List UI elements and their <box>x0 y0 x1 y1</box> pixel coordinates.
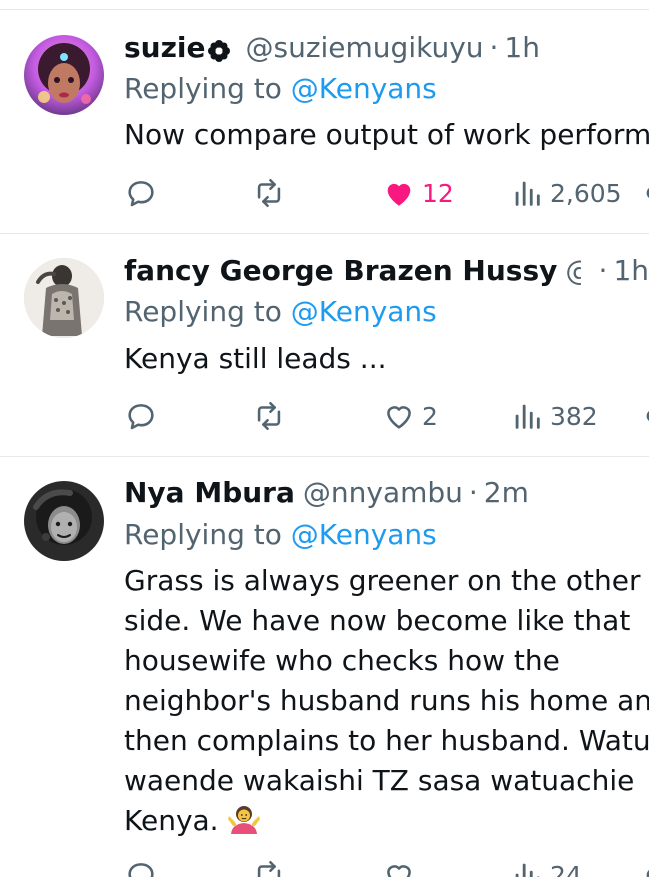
avatar[interactable] <box>24 258 104 338</box>
tweet-item[interactable]: fancy George Brazen Hussy @F... · 1h Rep… <box>0 234 649 457</box>
reply-target-link[interactable]: @Kenyans <box>291 518 437 551</box>
share-icon <box>636 399 649 433</box>
reply-target-link[interactable]: @Kenyans <box>291 72 437 105</box>
display-name[interactable]: suzie <box>124 30 205 66</box>
replying-to: Replying to @Kenyans <box>124 517 437 553</box>
reply-icon <box>124 176 158 210</box>
tweet-header: fancy George Brazen Hussy @F... · 1h <box>124 253 649 289</box>
user-handle[interactable]: @suziemugikuyu <box>245 30 483 66</box>
user-handle[interactable]: @F... <box>565 253 580 289</box>
replying-to-label: Replying to <box>124 295 282 328</box>
separator-dot: · <box>489 31 499 64</box>
views-button[interactable]: 2,605 <box>510 173 622 213</box>
like-button[interactable]: 12 <box>382 173 454 213</box>
retweet-button[interactable] <box>252 396 292 436</box>
timestamp[interactable]: 1h <box>504 30 540 66</box>
person-shrugging-emoji-icon <box>227 802 261 836</box>
timestamp[interactable]: 2m <box>484 475 529 511</box>
view-count: 24 <box>550 860 582 877</box>
tweet-actions: 2 382 <box>124 396 649 436</box>
reply-icon <box>124 399 158 433</box>
share-icon <box>636 858 649 877</box>
replying-to: Replying to @Kenyans <box>124 71 437 107</box>
tweet-text-line: waende wakaishi TZ sasa watuachie <box>124 764 635 797</box>
like-button[interactable] <box>382 855 422 877</box>
retweet-icon <box>252 858 286 877</box>
timestamp[interactable]: 1h <box>613 253 649 289</box>
reply-button[interactable] <box>124 855 164 877</box>
view-count: 382 <box>550 401 598 431</box>
replying-to-label: Replying to <box>124 518 282 551</box>
replying-to-label: Replying to <box>124 72 282 105</box>
reply-target-link[interactable]: @Kenyans <box>291 295 437 328</box>
views-icon <box>510 399 544 433</box>
tweet-text: Now compare output of work perform <box>124 118 649 151</box>
retweet-button[interactable] <box>252 855 292 877</box>
heart-icon <box>382 176 416 210</box>
tweet-header: Nya Mbura @nnyambu · 2m <box>124 475 649 511</box>
separator-dot: · <box>598 254 608 287</box>
heart-icon <box>382 858 416 877</box>
share-button[interactable] <box>636 855 649 877</box>
tweet-text-line: then complains to her husband. Watu <box>124 724 649 757</box>
tweet-text-last-line: Kenya. <box>124 801 649 841</box>
tweet-text-line: Grass is always greener on the other <box>124 564 641 597</box>
replying-to: Replying to @Kenyans <box>124 294 437 330</box>
tweet-text: Kenya still leads ... <box>124 342 387 375</box>
tweet-text-line: neighbor's husband runs his home and <box>124 684 649 717</box>
reply-button[interactable] <box>124 173 164 213</box>
separator-dot: · <box>468 476 478 509</box>
tweet-text-line: Kenya. <box>124 804 219 837</box>
display-name[interactable]: fancy George Brazen Hussy <box>124 253 557 289</box>
tweet-actions: 12 2,605 <box>124 173 649 213</box>
top-divider <box>0 0 649 10</box>
share-icon <box>636 176 649 210</box>
retweet-icon <box>252 176 286 210</box>
share-button[interactable] <box>636 396 649 436</box>
views-icon <box>510 858 544 877</box>
retweet-button[interactable] <box>252 173 292 213</box>
reply-icon <box>124 858 158 877</box>
tweet-item[interactable]: Nya Mbura @nnyambu · 2m Replying to @Ken… <box>0 457 649 877</box>
retweet-icon <box>252 399 286 433</box>
reply-button[interactable] <box>124 396 164 436</box>
tweet-text-line: housewife who checks how the <box>124 644 560 677</box>
avatar[interactable] <box>24 35 104 115</box>
flower-badge-icon <box>207 36 231 62</box>
like-button[interactable]: 2 <box>382 396 438 436</box>
tweet-actions: 24 <box>124 855 649 877</box>
views-button[interactable]: 382 <box>510 396 598 436</box>
view-count: 2,605 <box>550 178 622 208</box>
tweet-item[interactable]: suzie @suziemugikuyu · 1h Replying to @K… <box>0 10 649 234</box>
display-name[interactable]: Nya Mbura <box>124 475 295 511</box>
tweet-text-line: side. We have now become like that <box>124 604 631 637</box>
avatar[interactable] <box>24 481 104 561</box>
tweet-text: Grass is always greener on the other sid… <box>124 561 649 841</box>
share-button[interactable] <box>636 173 649 213</box>
user-handle[interactable]: @nnyambu <box>303 475 463 511</box>
views-icon <box>510 176 544 210</box>
like-count: 12 <box>422 178 454 208</box>
heart-icon <box>382 399 416 433</box>
like-count: 2 <box>422 401 438 431</box>
tweet-header: suzie @suziemugikuyu · 1h <box>124 30 649 66</box>
views-button[interactable]: 24 <box>510 855 582 877</box>
